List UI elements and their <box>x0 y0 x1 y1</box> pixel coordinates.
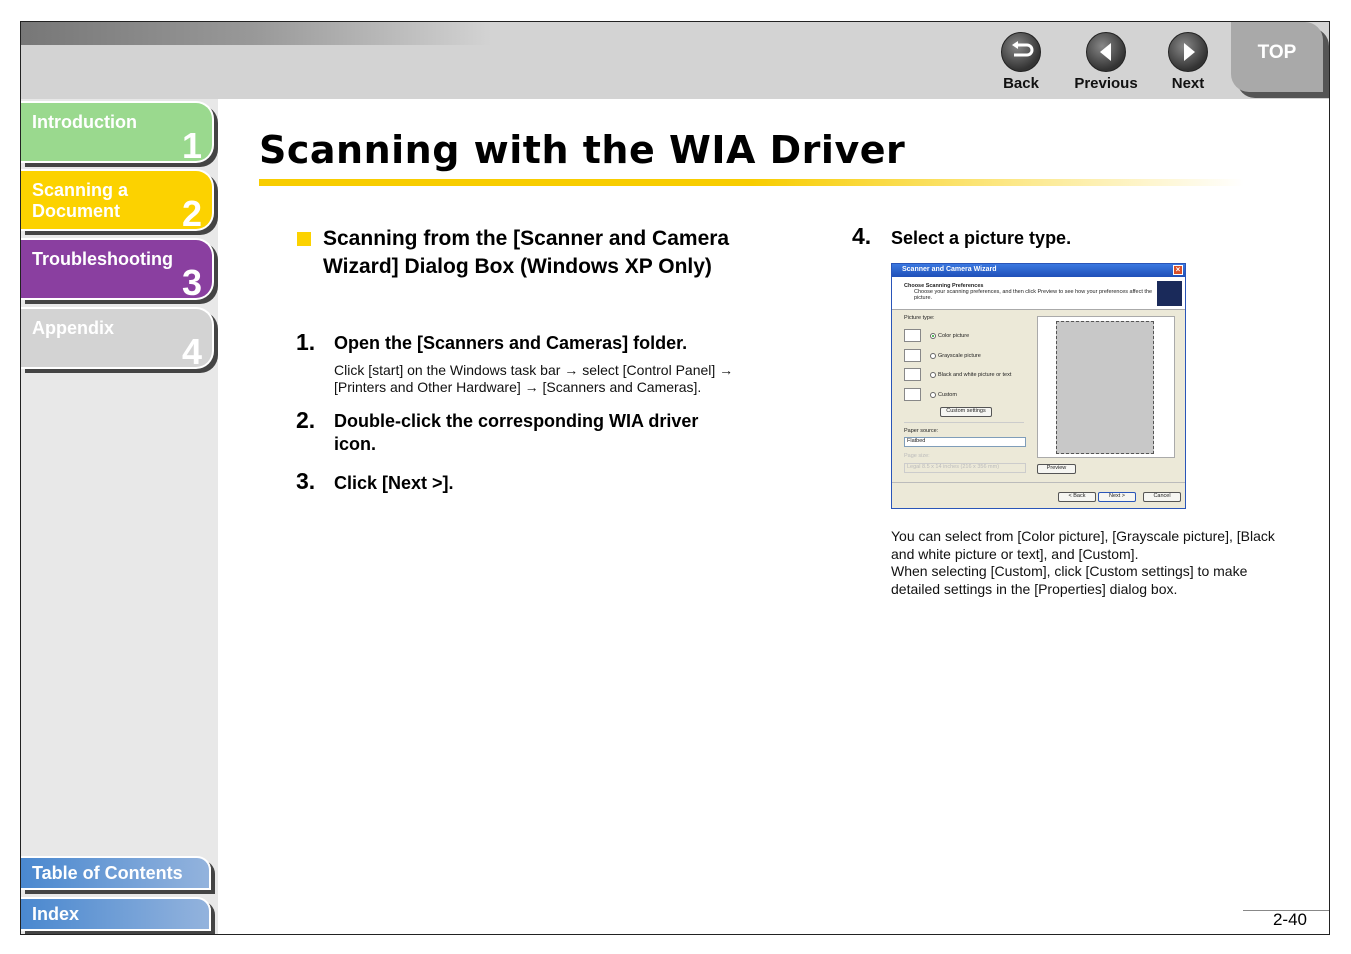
previous-arrow-icon <box>1086 32 1126 72</box>
bw-picture-icon <box>904 368 921 381</box>
page-number: 2-40 <box>1272 910 1307 929</box>
previous-button[interactable]: Previous <box>1071 32 1141 92</box>
back-button[interactable]: Back <box>986 32 1056 92</box>
color-picture-icon <box>904 329 921 342</box>
dialog-cancel-button: Cancel <box>1143 492 1181 502</box>
step-title: Open the [Scanners and Cameras] folder. <box>334 333 688 353</box>
tab-label: Introduction <box>32 112 137 132</box>
close-icon: × <box>1173 265 1183 275</box>
step-title: Select a picture type. <box>891 228 1072 248</box>
page-size-label: Page size: <box>904 453 930 459</box>
next-button[interactable]: Next <box>1153 32 1223 92</box>
next-label: Next <box>1171 75 1205 92</box>
section-bullet-icon <box>297 232 311 246</box>
sidebar-tab-introduction[interactable]: Introduction 1 <box>21 101 214 166</box>
index-button[interactable]: Index <box>21 897 211 931</box>
option-label: Black and white picture or text <box>938 372 1012 378</box>
dialog-back-button: < Back <box>1058 492 1096 502</box>
custom-radio <box>930 392 936 398</box>
grayscale-picture-icon <box>904 349 921 362</box>
scan-region <box>1056 321 1154 454</box>
scanner-wizard-icon <box>1157 281 1182 306</box>
grayscale-radio <box>930 353 936 359</box>
page-frame: Back Previous Next TOP Introduction 1 Sca… <box>20 21 1330 935</box>
divider <box>904 422 1024 423</box>
step-number: 2. <box>296 407 316 433</box>
custom-icon <box>904 388 921 401</box>
note-text: You can select from [Color picture], [Gr… <box>891 528 1275 544</box>
page-size-select: Legal 8.5 x 14 inches (216 x 356 mm) <box>904 463 1026 473</box>
table-of-contents-button[interactable]: Table of Contents <box>21 856 211 890</box>
option-label: Color picture <box>938 333 970 339</box>
top-bar-gradient <box>21 22 491 45</box>
page-title: Scanning with the WIA Driver <box>259 128 906 172</box>
back-label: Back <box>1003 75 1039 92</box>
step-title: Click [Next >]. <box>334 473 454 493</box>
dialog-subheading: Choose your scanning preferences, and th… <box>914 289 1153 301</box>
tab-number: 1 <box>181 125 202 166</box>
back-arrow-icon <box>1001 32 1041 72</box>
paper-source-label: Paper source: <box>904 428 939 434</box>
dialog-title: Scanner and Camera Wizard <box>902 266 997 273</box>
dialog-next-button: Next > <box>1098 492 1136 502</box>
step-number: 1. <box>296 329 316 355</box>
tab-label: Scanning a Document <box>32 180 129 221</box>
step-title: Double-click the corresponding WIA drive… <box>334 411 699 454</box>
sidebar-tab-troubleshooting[interactable]: Troubleshooting 3 <box>21 238 214 303</box>
custom-settings-button: Custom settings <box>940 407 992 417</box>
bw-radio <box>930 372 936 378</box>
step-number: 4. <box>852 223 872 249</box>
dialog-titlebar: Scanner and Camera Wizard × <box>892 264 1185 277</box>
sidebar-tab-appendix[interactable]: Appendix 4 <box>21 307 214 372</box>
option-label: Custom <box>938 392 957 398</box>
section-title: Scanning from the [Scanner and Camera Wi… <box>323 227 730 278</box>
sidebar-tab-scanning[interactable]: Scanning a Document 2 <box>21 169 214 234</box>
sidebar: Introduction 1 Scanning a Document 2 Troub… <box>21 99 218 934</box>
title-underline <box>259 179 1244 186</box>
next-arrow-icon <box>1168 32 1208 72</box>
color-radio <box>930 333 936 339</box>
scanner-wizard-screenshot: Scanner and Camera Wizard × Choose Scanni… <box>891 263 1186 509</box>
preview-area <box>1037 316 1175 458</box>
tab-number: 2 <box>181 193 202 234</box>
step-body: [Printers and Other Hardware] → [Scanner… <box>334 379 702 395</box>
step-body: Click [start] on the Windows task bar → … <box>334 362 734 378</box>
picture-type-label: Picture type: <box>904 315 935 321</box>
tab-label: Appendix <box>32 318 115 338</box>
dialog-header: Choose Scanning Preferences Choose your … <box>892 277 1185 310</box>
tab-number: 4 <box>181 331 202 372</box>
note-text: and white picture or text], and [Custom]… <box>891 546 1139 562</box>
option-label: Grayscale picture <box>938 353 981 359</box>
paper-source-select: Flatbed <box>904 437 1026 447</box>
divider <box>892 482 1185 483</box>
previous-label: Previous <box>1074 75 1138 92</box>
top-bar: Back Previous Next TOP <box>21 22 1329 99</box>
note-text: detailed settings in the [Properties] di… <box>891 581 1178 597</box>
tab-label: Troubleshooting <box>32 249 173 269</box>
top-button[interactable]: TOP <box>1231 22 1323 92</box>
step-number: 3. <box>296 468 316 494</box>
note-text: When selecting [Custom], click [Custom s… <box>891 563 1248 579</box>
preview-button: Preview <box>1037 464 1076 474</box>
tab-number: 3 <box>181 262 202 303</box>
